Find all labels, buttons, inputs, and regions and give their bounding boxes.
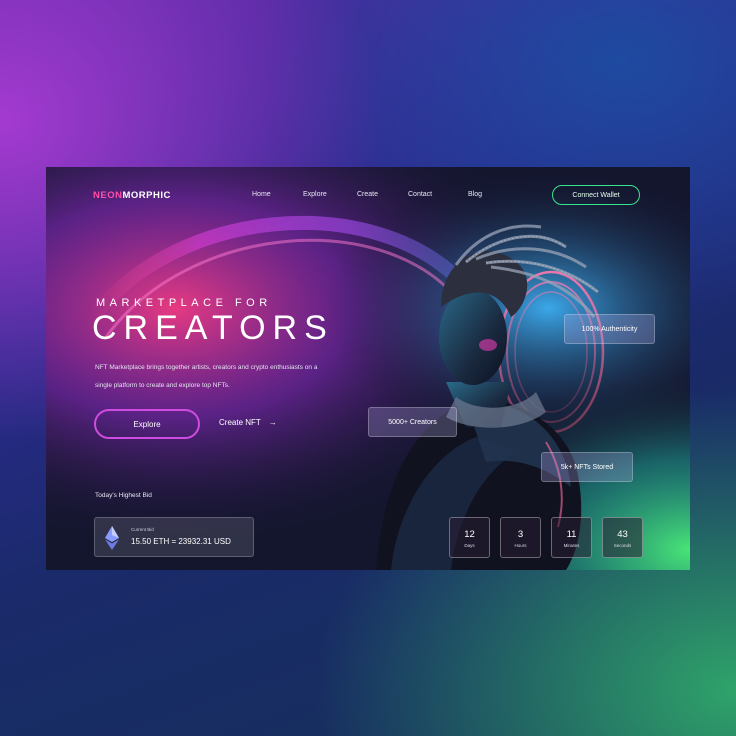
hero-title: CREATORS — [92, 309, 334, 347]
countdown-minutes: 11 Minutes — [551, 517, 592, 558]
countdown-days: 12 Days — [449, 517, 490, 558]
ethereum-icon — [105, 526, 119, 550]
stat-nfts-stored: 5k+ NFTs Stored — [541, 452, 633, 482]
explore-button[interactable]: Explore — [94, 409, 200, 439]
create-nft-label: Create NFT — [219, 418, 261, 427]
nav-item-create[interactable]: Create — [357, 191, 378, 198]
countdown-seconds-unit: Seconds — [613, 543, 632, 548]
countdown-seconds: 43 Seconds — [602, 517, 643, 558]
countdown-seconds-value: 43 — [617, 529, 628, 540]
countdown-hours-value: 3 — [517, 529, 524, 540]
hero-description: NFT Marketplace brings together artists,… — [95, 364, 318, 389]
connect-wallet-button[interactable]: Connect Wallet — [552, 185, 640, 205]
current-bid-label: Current Bid — [131, 527, 154, 532]
nav-item-home[interactable]: Home — [252, 191, 271, 198]
current-bid-value: 15.50 ETH = 23932.31 USD — [131, 537, 231, 546]
hero-kicker: MARKETPLACE FOR — [96, 297, 272, 309]
nav-item-contact[interactable]: Contact — [408, 191, 432, 198]
countdown-minutes-value: 11 — [566, 529, 577, 540]
countdown-minutes-unit: Minutes — [563, 543, 580, 548]
stat-creators: 5000+ Creators — [368, 407, 457, 437]
nav-item-blog[interactable]: Blog — [468, 191, 482, 198]
highest-bid-heading: Today's Highest Bid — [95, 492, 152, 499]
nav-item-explore[interactable]: Explore — [303, 191, 327, 198]
countdown-hours: 3 Hours — [500, 517, 541, 558]
current-bid-card: Current Bid 15.50 ETH = 23932.31 USD — [94, 517, 254, 557]
landing-page-frame: NEONMORPHIC Home Explore Create Contact … — [46, 167, 690, 570]
arrow-right-icon: → — [268, 418, 277, 427]
countdown-days-unit: Days — [464, 543, 475, 548]
create-nft-button[interactable]: Create NFT → — [219, 418, 277, 427]
stat-authenticity: 100% Authenticity — [564, 314, 655, 344]
top-navigation: NEONMORPHIC Home Explore Create Contact … — [46, 167, 690, 227]
countdown-days-value: 12 — [464, 529, 475, 540]
countdown-hours-unit: Hours — [514, 543, 527, 548]
